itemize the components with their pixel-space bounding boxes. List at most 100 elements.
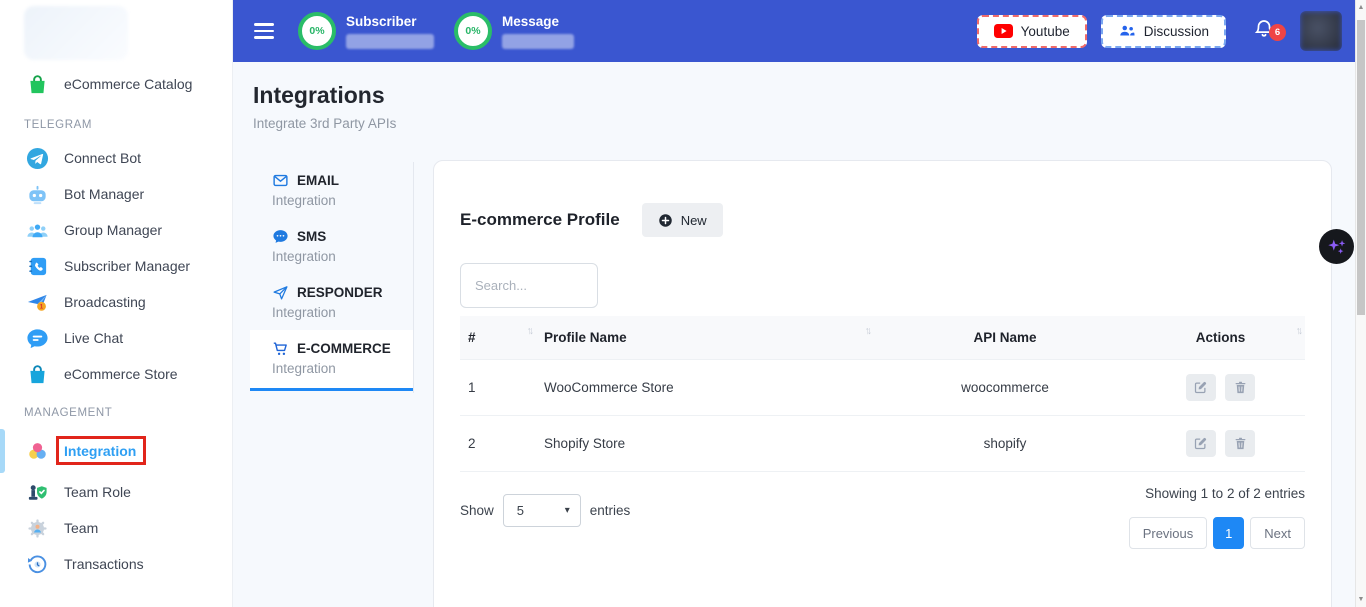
message-stat: 0% Message (454, 12, 574, 50)
shopping-bag-green-icon (24, 72, 50, 96)
profiles-table: #↑↓ Profile Name↑↓ API Name Actions↑↓ 1 … (460, 316, 1305, 472)
entries-label: entries (590, 503, 631, 518)
broadcast-plane-icon: 1 (24, 290, 50, 314)
panel-title: E-commerce Profile (460, 210, 620, 230)
sidebar-item-ecommerce-store[interactable]: eCommerce Store (0, 356, 232, 392)
avatar-blur (1300, 11, 1342, 51)
sidebar-item-label: Team Role (64, 484, 131, 500)
api-name-cell: shopify (874, 416, 1136, 472)
sidebar-item-connect-bot[interactable]: Connect Bot (0, 140, 232, 176)
sidebar-item-integration[interactable]: Integration (0, 428, 232, 474)
sidebar-item-label: Broadcasting (64, 294, 146, 310)
sparkles-icon (1326, 236, 1348, 258)
notification-count-badge: 6 (1269, 24, 1286, 41)
table-header-row: #↑↓ Profile Name↑↓ API Name Actions↑↓ (460, 316, 1305, 360)
users-group-icon (24, 218, 50, 242)
page-subtitle: Integrate 3rd Party APIs (253, 116, 1366, 131)
delete-button[interactable] (1225, 374, 1255, 401)
sms-bubble-icon (272, 228, 289, 245)
table-row: 1 WooCommerce Store woocommerce (460, 360, 1305, 416)
actions-cell (1136, 416, 1305, 472)
tab-responder-integration[interactable]: RESPONDER Integration (250, 274, 413, 330)
shopping-bag-blue-icon (24, 362, 50, 386)
telegram-icon (24, 146, 50, 170)
sidebar-item-group-manager[interactable]: Group Manager (0, 212, 232, 248)
notifications-button[interactable]: 6 (1252, 17, 1276, 46)
sidebar-item-team[interactable]: Team (0, 510, 232, 546)
redacted-value (502, 34, 574, 49)
main-content: Integrations Integrate 3rd Party APIs EM… (233, 62, 1366, 607)
table-row: 2 Shopify Store shopify (460, 416, 1305, 472)
sidebar: eCommerce Catalog TELEGRAM Connect Bot B… (0, 0, 233, 607)
sidebar-section-management: MANAGEMENT (24, 407, 232, 419)
column-header-api-name[interactable]: API Name (874, 316, 1136, 360)
column-header-actions[interactable]: Actions↑↓ (1136, 316, 1305, 360)
next-page-button[interactable]: Next (1250, 517, 1305, 549)
sidebar-item-label: Transactions (64, 556, 144, 572)
sort-icon[interactable]: ↑↓ (527, 325, 532, 337)
sidebar-item-bot-manager[interactable]: Bot Manager (0, 176, 232, 212)
sidebar-item-team-role[interactable]: Team Role (0, 474, 232, 510)
sidebar-item-subscriber-manager[interactable]: Subscriber Manager (0, 248, 232, 284)
history-clock-icon (24, 552, 50, 576)
tab-ecommerce-integration[interactable]: E-COMMERCE Integration (250, 330, 413, 391)
sidebar-item-live-chat[interactable]: Live Chat (0, 320, 232, 356)
people-icon (1118, 23, 1136, 39)
sidebar-item-label: eCommerce Catalog (64, 76, 192, 92)
sidebar-item-ecommerce-catalog[interactable]: eCommerce Catalog (0, 64, 232, 104)
discussion-button[interactable]: Discussion (1101, 15, 1226, 48)
page-scrollbar[interactable]: ▲ ▼ (1355, 0, 1366, 607)
avatar[interactable] (1300, 11, 1342, 51)
sidebar-section-telegram: TELEGRAM (24, 119, 232, 131)
ecommerce-profile-panel: E-commerce Profile New #↑↓ Profile Name↑… (433, 160, 1332, 607)
redacted-value (346, 34, 434, 49)
sidebar-item-label: Subscriber Manager (64, 258, 190, 274)
plus-circle-icon (658, 213, 673, 228)
show-label: Show (460, 503, 494, 518)
role-shield-icon (24, 480, 50, 504)
edit-button[interactable] (1186, 374, 1216, 401)
integration-circles-icon (24, 439, 50, 463)
previous-page-button[interactable]: Previous (1129, 517, 1208, 549)
envelope-icon (272, 172, 289, 189)
contact-book-icon (24, 254, 50, 278)
robot-icon (24, 182, 50, 206)
column-header-profile-name[interactable]: Profile Name↑↓ (536, 316, 874, 360)
sidebar-item-label: Connect Bot (64, 150, 141, 166)
row-number: 1 (460, 360, 536, 416)
gear-person-icon (24, 516, 50, 540)
sidebar-item-label: Team (64, 520, 98, 536)
paper-plane-icon (272, 284, 289, 301)
pagination: Previous 1 Next (1129, 517, 1305, 549)
tab-email-integration[interactable]: EMAIL Integration (250, 162, 413, 218)
page-size-select[interactable]: 5 ▾ (503, 494, 581, 527)
menu-toggle-button[interactable] (250, 15, 278, 46)
sort-icon[interactable]: ↑↓ (1296, 325, 1301, 337)
sort-icon[interactable]: ↑↓ (865, 325, 870, 337)
sidebar-item-label: Bot Manager (64, 186, 144, 202)
sidebar-item-broadcasting[interactable]: 1 Broadcasting (0, 284, 232, 320)
scrollbar-thumb[interactable] (1357, 20, 1365, 315)
delete-button[interactable] (1225, 430, 1255, 457)
sidebar-item-transactions[interactable]: Transactions (0, 546, 232, 582)
column-header-num[interactable]: #↑↓ (460, 316, 536, 360)
svg-text:1: 1 (39, 303, 43, 310)
sidebar-item-label: Integration (64, 443, 136, 459)
new-profile-button[interactable]: New (642, 203, 723, 237)
subscriber-stat-label: Subscriber (346, 14, 434, 29)
edit-button[interactable] (1186, 430, 1216, 457)
tab-sms-integration[interactable]: SMS Integration (250, 218, 413, 274)
ai-assistant-button[interactable] (1319, 229, 1354, 264)
active-indicator (0, 429, 5, 473)
page-1-button[interactable]: 1 (1213, 517, 1244, 549)
message-progress-ring: 0% (454, 12, 492, 50)
top-header: 0% Subscriber 0% Message Youtube Discuss… (233, 0, 1366, 62)
row-number: 2 (460, 416, 536, 472)
scroll-up-arrow[interactable]: ▲ (1356, 4, 1366, 11)
scroll-down-arrow[interactable]: ▼ (1356, 596, 1366, 603)
search-input[interactable] (460, 263, 598, 308)
api-name-cell: woocommerce (874, 360, 1136, 416)
entries-summary: Showing 1 to 2 of 2 entries (1129, 486, 1305, 501)
youtube-button[interactable]: Youtube (977, 15, 1087, 48)
actions-cell (1136, 360, 1305, 416)
